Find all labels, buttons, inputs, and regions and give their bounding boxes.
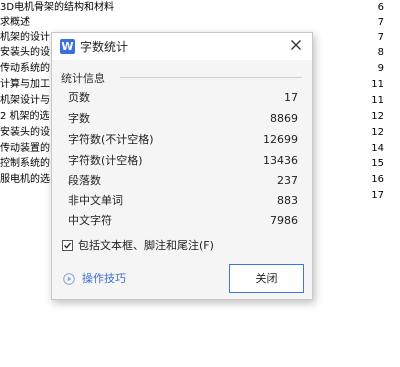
stat-label: 中文字符 <box>68 214 112 227</box>
stat-label: 页数 <box>68 91 90 104</box>
toc-page: 16 <box>369 172 384 188</box>
stat-row-non-chinese-words: 非中文单词 883 <box>68 192 298 210</box>
toc-text: 3D电机骨架的结构和材料 <box>0 0 117 16</box>
toc-dot-leader: . . . . . . . . . . . . . . . . . . . . … <box>0 18 372 28</box>
stat-row-pages: 页数 17 <box>68 89 298 107</box>
toc-page: 11 <box>369 77 384 93</box>
stat-value: 883 <box>277 194 298 207</box>
toc-text: 传动系统的 <box>0 61 52 77</box>
toc-page: 9 <box>375 61 384 77</box>
stat-value: 12699 <box>263 133 298 146</box>
checkmark-icon <box>64 242 72 249</box>
stat-label: 字数 <box>68 112 90 125</box>
toc-text: 安装头的设 <box>0 125 52 141</box>
toc-text: 控制系统的 <box>0 156 52 172</box>
toc-page: 11 <box>369 93 384 109</box>
stat-row-chars-with-spaces: 字符数(计空格) 13436 <box>68 152 298 170</box>
stat-row-chars-no-spaces: 字符数(不计空格) 12699 <box>68 131 298 149</box>
close-icon[interactable] <box>288 37 304 53</box>
stat-label: 段落数 <box>68 174 101 187</box>
stat-label: 字符数(不计空格) <box>68 133 154 146</box>
toc-text: 服电机的选 <box>0 172 52 188</box>
toc-page: 7 <box>375 30 384 46</box>
stat-value: 13436 <box>263 154 298 167</box>
stat-value: 7986 <box>270 214 298 227</box>
stat-row-paragraphs: 段落数 237 <box>68 172 298 190</box>
word-count-dialog: W 字数统计 统计信息 页数 17 字数 8869 字符数(不计空格) 1269… <box>51 32 313 300</box>
close-button[interactable]: 关闭 <box>229 264 304 293</box>
toc-line: . . . . . . . . . . . . . . . . . . . . … <box>0 15 400 31</box>
toc-text: 求概述 <box>0 15 32 31</box>
toc-text: 传动装置的 <box>0 141 52 157</box>
stat-label: 字符数(计空格) <box>68 154 143 167</box>
section-title: 统计信息 <box>61 70 109 86</box>
toc-page: 7 <box>375 15 384 31</box>
tips-label[interactable]: 操作技巧 <box>82 271 126 287</box>
toc-page: 8 <box>375 45 384 61</box>
stat-row-words: 字数 8869 <box>68 110 298 128</box>
include-checkbox[interactable] <box>62 240 73 251</box>
dialog-titlebar[interactable]: W 字数统计 <box>52 33 312 60</box>
toc-text: 安装头的设 <box>0 45 52 61</box>
stat-value: 237 <box>277 174 298 187</box>
toc-text: 计算与加工 <box>0 77 52 93</box>
toc-page: 6 <box>375 0 384 16</box>
stat-row-chinese-chars: 中文字符 7986 <box>68 212 298 230</box>
stat-value: 8869 <box>270 112 298 125</box>
toc-page: 12 <box>369 109 384 125</box>
toc-line: . . . . . . . . . . . . . . . . . . . . … <box>0 0 400 16</box>
dialog-title: 字数统计 <box>80 40 129 54</box>
toc-page: 14 <box>369 141 384 157</box>
toc-text: 2 机架的选 <box>0 109 52 125</box>
stat-value: 17 <box>284 91 298 104</box>
section-divider <box>120 77 302 78</box>
toc-text: 机架设计与 <box>0 93 52 109</box>
wps-writer-icon: W <box>60 39 75 54</box>
toc-page: 12 <box>369 125 384 141</box>
play-circle-icon <box>63 273 75 285</box>
toc-page: 17 <box>369 188 384 204</box>
stat-label: 非中文单词 <box>68 194 123 207</box>
include-checkbox-label[interactable]: 包括文本框、脚注和尾注(F) <box>78 238 214 254</box>
toc-text: 机架的设计 <box>0 30 52 46</box>
toc-page: 15 <box>369 156 384 172</box>
